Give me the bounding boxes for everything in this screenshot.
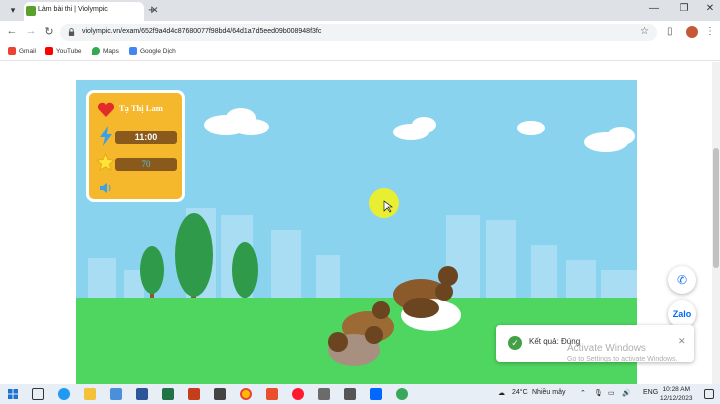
minimize-icon[interactable]: —: [644, 3, 664, 14]
url-text: violympic.vn/exam/652f9a4d4c87680077f98b…: [82, 28, 322, 35]
bookmark-youtube[interactable]: YouTube: [45, 47, 82, 55]
heart-icon: [98, 102, 114, 117]
bookmark-label: YouTube: [56, 47, 82, 55]
word-icon[interactable]: [136, 388, 148, 400]
task-view-icon[interactable]: [32, 388, 44, 400]
bookmark-star-icon[interactable]: ☆: [640, 26, 649, 37]
dog-group: [328, 266, 461, 366]
speaker-icon[interactable]: [99, 182, 113, 194]
notification-icon[interactable]: [704, 389, 714, 399]
file-explorer-icon[interactable]: [84, 388, 96, 400]
bookmark-google-translate[interactable]: Google Dịch: [129, 47, 176, 55]
bookmark-label: Google Dịch: [140, 47, 176, 55]
network-icon[interactable]: ▭: [608, 389, 615, 397]
tab-search-icon[interactable]: ▾: [6, 4, 20, 17]
edge-icon[interactable]: [58, 388, 70, 400]
toast-close-icon[interactable]: ✕: [678, 336, 686, 347]
volume-icon[interactable]: 🔊: [622, 389, 631, 397]
mail-icon[interactable]: [110, 388, 122, 400]
tab-active[interactable]: Làm bài thi | Violympic ✕: [24, 2, 159, 21]
restore-icon[interactable]: ❐: [674, 3, 694, 14]
page-scrollbar[interactable]: [712, 62, 720, 384]
side-panel-icon[interactable]: ▯: [667, 26, 673, 37]
bookmarks-bar: Gmail YouTube Maps Google Dịch: [0, 44, 720, 61]
address-bar[interactable]: violympic.vn/exam/652f9a4d4c87680077f98b…: [60, 24, 657, 41]
weather-icon: ☁: [498, 390, 505, 397]
app-icon[interactable]: [344, 388, 356, 400]
scrollbar-thumb[interactable]: [713, 148, 719, 268]
maps-icon: [92, 47, 100, 55]
activate-windows-subtitle: Go to Settings to activate Windows.: [567, 356, 678, 363]
phone-icon: ✆: [676, 273, 688, 287]
clock-date: 12/12/2023: [660, 395, 693, 402]
site-info-icon[interactable]: [68, 28, 75, 36]
player-info-panel: Tạ Thị Lam 11:00 70: [86, 90, 185, 202]
player-name: Tạ Thị Lam: [119, 103, 163, 113]
profile-avatar[interactable]: [686, 26, 698, 38]
activate-windows-title: Activate Windows: [567, 343, 646, 354]
clock-time: 10:28 AM: [662, 386, 690, 393]
zalo-button[interactable]: Zalo: [668, 300, 696, 328]
language-indicator[interactable]: ENG: [643, 389, 658, 396]
taskbar-clock[interactable]: 10:28 AM 12/12/2023: [660, 385, 693, 403]
back-button[interactable]: ←: [5, 25, 19, 37]
app-icon[interactable]: [396, 388, 408, 400]
close-window-icon[interactable]: ✕: [700, 3, 720, 14]
phone-call-button[interactable]: ✆: [668, 266, 696, 294]
windows-start-icon[interactable]: [8, 389, 18, 399]
bookmark-maps[interactable]: Maps: [92, 47, 119, 55]
bookmark-label: Maps: [103, 47, 119, 55]
youtube-icon: [45, 47, 53, 55]
bookmark-label: Gmail: [19, 47, 36, 55]
weather-desc[interactable]: Nhiều mây: [532, 389, 565, 396]
google-translate-icon: [129, 47, 137, 55]
lightning-icon: [100, 126, 112, 146]
check-icon: ✓: [508, 336, 522, 350]
excel-icon[interactable]: [162, 388, 174, 400]
reload-button[interactable]: ↻: [42, 25, 56, 38]
new-tab-button[interactable]: +: [148, 3, 156, 16]
windows-taskbar: ☁ 24°C Nhiều mây ⌃ 🎙 ▭ 🔊 ENG 10:28 AM 12…: [0, 384, 720, 404]
score-display: 70: [115, 158, 177, 171]
app-icon[interactable]: [318, 388, 330, 400]
powerpoint-icon[interactable]: [188, 388, 200, 400]
violympic-favicon-icon: [26, 6, 36, 16]
microphone-icon[interactable]: 🎙: [594, 389, 603, 397]
tab-strip: ▾ Làm bài thi | Violympic ✕ + — ❐ ✕: [0, 0, 720, 21]
opera-icon[interactable]: [292, 388, 304, 400]
bookmark-gmail[interactable]: Gmail: [8, 47, 36, 55]
tray-expand-icon[interactable]: ⌃: [580, 389, 586, 397]
gmail-icon: [8, 47, 16, 55]
chrome-icon[interactable]: [240, 388, 252, 400]
tab-title: Làm bài thi | Violympic: [38, 6, 108, 13]
app-icon[interactable]: [214, 388, 226, 400]
zalo-taskbar-icon[interactable]: [370, 388, 382, 400]
app-icon[interactable]: [266, 388, 278, 400]
menu-icon[interactable]: ⋮: [705, 26, 715, 37]
browser-toolbar: ← → ↻ violympic.vn/exam/652f9a4d4c876800…: [0, 21, 720, 44]
timer-display: 11:00: [115, 131, 177, 144]
forward-button[interactable]: →: [24, 25, 38, 37]
weather-temp[interactable]: 24°C: [512, 389, 528, 396]
star-icon: [96, 153, 115, 171]
